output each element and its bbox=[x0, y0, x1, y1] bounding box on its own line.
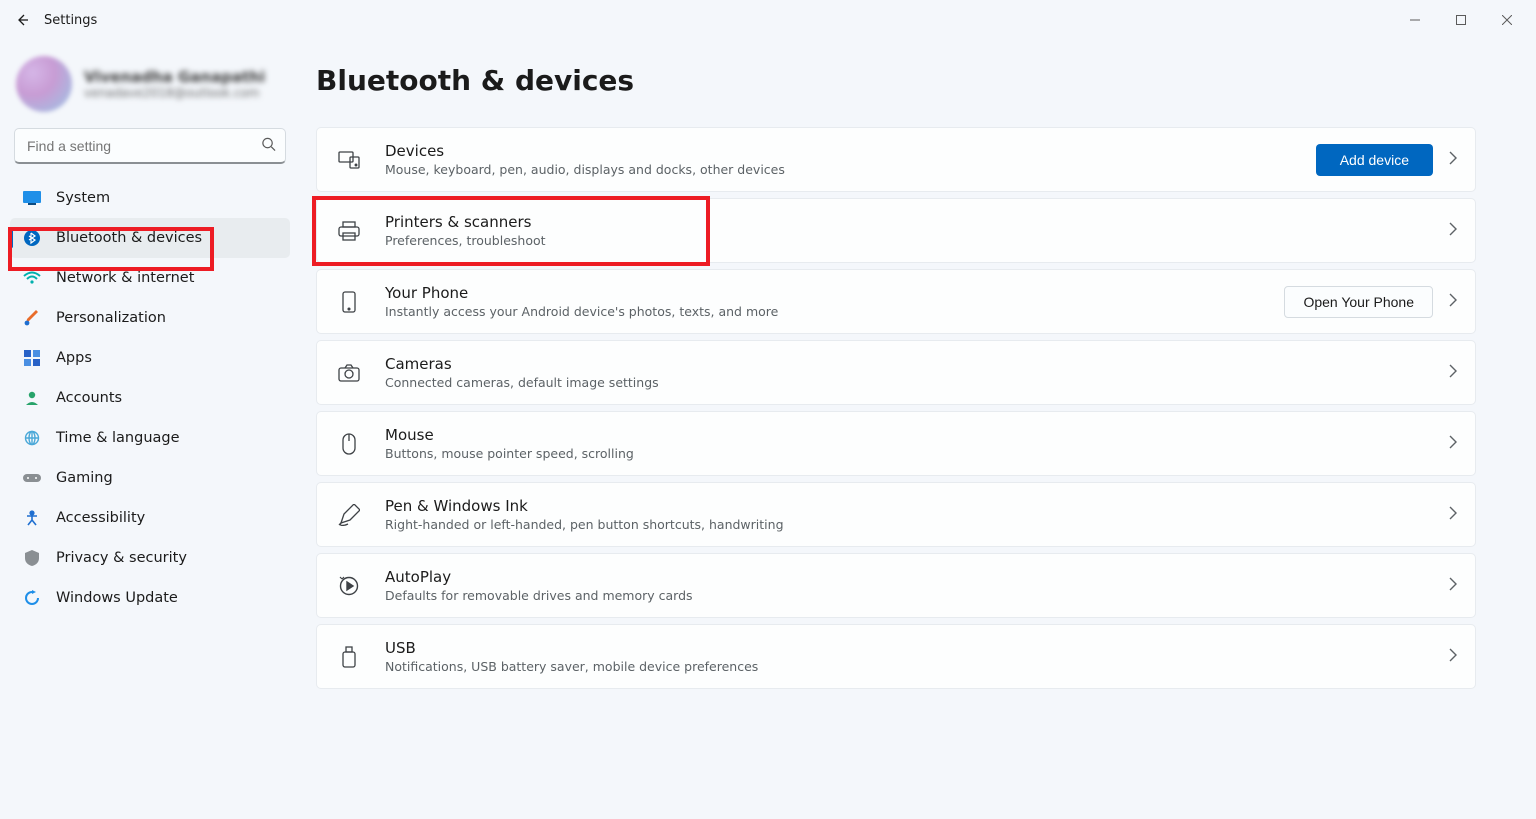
card-title: Devices bbox=[385, 142, 1294, 160]
sidebar-item-label: Gaming bbox=[56, 470, 113, 486]
titlebar: Settings bbox=[0, 0, 1536, 40]
chevron-right-icon bbox=[1449, 150, 1457, 169]
sidebar: Vivenadha Ganapathi venadave2018@outlook… bbox=[0, 40, 300, 819]
sidebar-item-time-language[interactable]: Time & language bbox=[10, 418, 290, 458]
card-autoplay[interactable]: AutoPlay Defaults for removable drives a… bbox=[316, 553, 1476, 618]
card-devices[interactable]: Devices Mouse, keyboard, pen, audio, dis… bbox=[316, 127, 1476, 192]
card-title: AutoPlay bbox=[385, 568, 1427, 586]
card-your-phone[interactable]: Your Phone Instantly access your Android… bbox=[316, 269, 1476, 334]
usb-icon bbox=[335, 646, 363, 668]
sidebar-item-gaming[interactable]: Gaming bbox=[10, 458, 290, 498]
shield-icon bbox=[22, 550, 42, 566]
pen-icon bbox=[335, 504, 363, 526]
sidebar-item-label: Apps bbox=[56, 350, 92, 366]
card-usb[interactable]: USB Notifications, USB battery saver, mo… bbox=[316, 624, 1476, 689]
search-wrap bbox=[14, 128, 286, 164]
card-sub: Mouse, keyboard, pen, audio, displays an… bbox=[385, 162, 1294, 177]
sidebar-item-label: Windows Update bbox=[56, 590, 178, 606]
wifi-icon bbox=[22, 271, 42, 285]
sidebar-item-network[interactable]: Network & internet bbox=[10, 258, 290, 298]
search-input[interactable] bbox=[14, 128, 286, 164]
card-sub: Instantly access your Android device's p… bbox=[385, 304, 1262, 319]
sidebar-item-label: Bluetooth & devices bbox=[56, 230, 202, 246]
brush-icon bbox=[22, 310, 42, 326]
sidebar-item-label: Network & internet bbox=[56, 270, 194, 286]
search-icon bbox=[261, 137, 276, 156]
card-sub: Connected cameras, default image setting… bbox=[385, 375, 1427, 390]
close-icon bbox=[1502, 15, 1512, 25]
card-title: USB bbox=[385, 639, 1427, 657]
sidebar-item-accessibility[interactable]: Accessibility bbox=[10, 498, 290, 538]
main-content: Bluetooth & devices Devices Mouse, keybo… bbox=[300, 40, 1536, 819]
sidebar-item-label: Accessibility bbox=[56, 510, 145, 526]
profile-email: venadave2018@outlook.com bbox=[84, 86, 265, 100]
gamepad-icon bbox=[22, 472, 42, 484]
card-sub: Buttons, mouse pointer speed, scrolling bbox=[385, 446, 1427, 461]
minimize-icon bbox=[1410, 15, 1420, 25]
sidebar-item-label: Accounts bbox=[56, 390, 122, 406]
card-sub: Notifications, USB battery saver, mobile… bbox=[385, 659, 1427, 674]
devices-icon bbox=[335, 151, 363, 169]
card-pen-ink[interactable]: Pen & Windows Ink Right-handed or left-h… bbox=[316, 482, 1476, 547]
avatar bbox=[16, 56, 72, 112]
profile-block[interactable]: Vivenadha Ganapathi venadave2018@outlook… bbox=[10, 50, 290, 128]
chevron-right-icon bbox=[1449, 221, 1457, 240]
sidebar-item-windows-update[interactable]: Windows Update bbox=[10, 578, 290, 618]
sidebar-item-personalization[interactable]: Personalization bbox=[10, 298, 290, 338]
sidebar-item-system[interactable]: System bbox=[10, 178, 290, 218]
globe-clock-icon bbox=[22, 430, 42, 446]
maximize-icon bbox=[1456, 15, 1466, 25]
card-cameras[interactable]: Cameras Connected cameras, default image… bbox=[316, 340, 1476, 405]
update-icon bbox=[22, 590, 42, 606]
arrow-left-icon bbox=[14, 12, 30, 28]
window-title: Settings bbox=[44, 13, 97, 28]
chevron-right-icon bbox=[1449, 434, 1457, 453]
card-sub: Preferences, troubleshoot bbox=[385, 233, 1427, 248]
sidebar-item-bluetooth[interactable]: Bluetooth & devices bbox=[10, 218, 290, 258]
card-title: Cameras bbox=[385, 355, 1427, 373]
accessibility-icon bbox=[22, 510, 42, 526]
sidebar-item-label: Personalization bbox=[56, 310, 166, 326]
card-title: Printers & scanners bbox=[385, 213, 1427, 231]
card-sub: Right-handed or left-handed, pen button … bbox=[385, 517, 1427, 532]
card-printers-scanners[interactable]: Printers & scanners Preferences, trouble… bbox=[316, 198, 1476, 263]
sidebar-item-label: System bbox=[56, 190, 110, 206]
sidebar-item-accounts[interactable]: Accounts bbox=[10, 378, 290, 418]
chevron-right-icon bbox=[1449, 576, 1457, 595]
card-title: Pen & Windows Ink bbox=[385, 497, 1427, 515]
bluetooth-icon bbox=[22, 230, 42, 246]
printer-icon bbox=[335, 221, 363, 241]
card-sub: Defaults for removable drives and memory… bbox=[385, 588, 1427, 603]
card-title: Mouse bbox=[385, 426, 1427, 444]
sidebar-nav: System Bluetooth & devices Network & int… bbox=[10, 178, 290, 618]
sidebar-item-apps[interactable]: Apps bbox=[10, 338, 290, 378]
autoplay-icon bbox=[335, 576, 363, 596]
back-button[interactable] bbox=[6, 4, 38, 36]
chevron-right-icon bbox=[1449, 647, 1457, 666]
phone-icon bbox=[335, 291, 363, 313]
chevron-right-icon bbox=[1449, 505, 1457, 524]
system-icon bbox=[22, 191, 42, 205]
camera-icon bbox=[335, 364, 363, 382]
person-icon bbox=[22, 390, 42, 406]
profile-name: Vivenadha Ganapathi bbox=[84, 68, 265, 86]
chevron-right-icon bbox=[1449, 292, 1457, 311]
card-mouse[interactable]: Mouse Buttons, mouse pointer speed, scro… bbox=[316, 411, 1476, 476]
open-your-phone-button[interactable]: Open Your Phone bbox=[1284, 286, 1433, 318]
maximize-button[interactable] bbox=[1438, 4, 1484, 36]
add-device-button[interactable]: Add device bbox=[1316, 144, 1433, 176]
page-title: Bluetooth & devices bbox=[316, 64, 1476, 97]
sidebar-item-label: Time & language bbox=[56, 430, 180, 446]
card-title: Your Phone bbox=[385, 284, 1262, 302]
window-controls bbox=[1392, 4, 1530, 36]
chevron-right-icon bbox=[1449, 363, 1457, 382]
minimize-button[interactable] bbox=[1392, 4, 1438, 36]
apps-icon bbox=[22, 350, 42, 366]
close-button[interactable] bbox=[1484, 4, 1530, 36]
mouse-icon bbox=[335, 433, 363, 455]
sidebar-item-privacy[interactable]: Privacy & security bbox=[10, 538, 290, 578]
sidebar-item-label: Privacy & security bbox=[56, 550, 187, 566]
